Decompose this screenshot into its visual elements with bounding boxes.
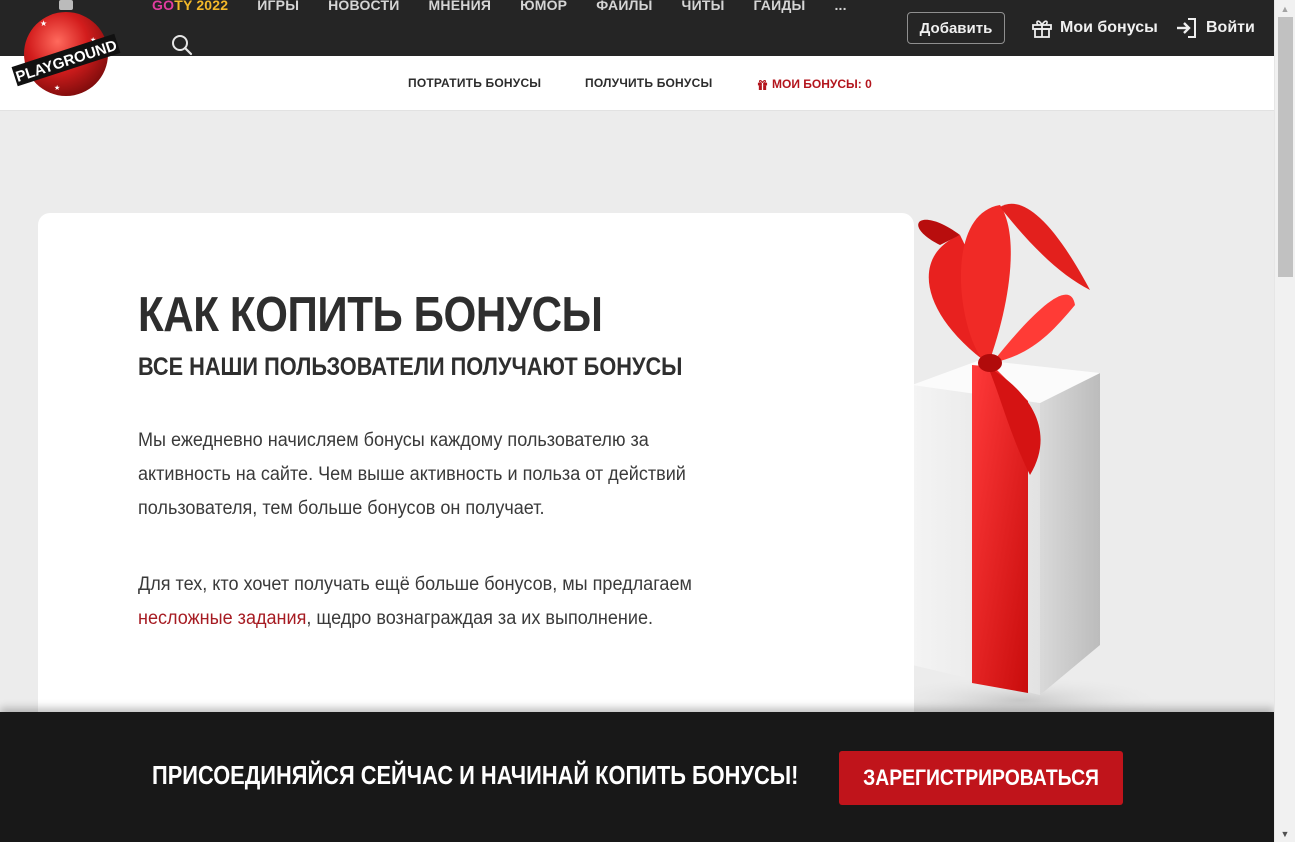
nav-item-files[interactable]: ФАЙЛЫ [596, 0, 652, 16]
tasks-line-1: Для тех, кто хочет получать ещё больше б… [138, 574, 692, 595]
register-cta-bar: ПРИСОЕДИНЯЙСЯ СЕЙЧАС И НАЧИНАЙ КОПИТЬ БО… [0, 712, 1274, 842]
cta-text: ПРИСОЕДИНЯЙСЯ СЕЙЧАС И НАЧИНАЙ КОПИТЬ БО… [152, 760, 799, 790]
search-button[interactable] [170, 33, 194, 57]
tasks-line-2: несложные задания, щедро вознаграждая за… [138, 602, 803, 636]
scrollbar-thumb[interactable] [1278, 17, 1293, 277]
nav-item-guides[interactable]: ГАЙДЫ [754, 0, 806, 16]
main-nav: GOTY 2022 ИГРЫ НОВОСТИ МНЕНИЯ ЮМОР ФАЙЛЫ… [152, 0, 876, 16]
login-icon [1177, 18, 1196, 38]
svg-text:★: ★ [54, 84, 60, 92]
site-logo[interactable]: ★ ★ ★ PLAYGROUND [10, 0, 122, 104]
intro-line-3: пользователя, тем больше бонусов он полу… [138, 498, 545, 519]
intro-line-2: активность на сайте. Чем выше активность… [138, 464, 686, 485]
nav-item-games[interactable]: ИГРЫ [257, 0, 299, 16]
scroll-down-icon[interactable]: ▼ [1275, 825, 1295, 842]
bonus-subnav: ПОТРАТИТЬ БОНУСЫ ПОЛУЧИТЬ БОНУСЫ МОИ БОН… [0, 56, 1274, 111]
login-button[interactable]: Войти [1175, 15, 1255, 41]
nav-item-humor[interactable]: ЮМОР [520, 0, 567, 16]
page-subtitle: ВСЕ НАШИ ПОЛЬЗОВАТЕЛИ ПОЛУЧАЮТ БОНУСЫ [138, 353, 683, 381]
my-bonuses-label: Мои бонусы [1060, 19, 1158, 36]
vertical-scrollbar[interactable]: ▲ ▼ [1274, 0, 1295, 842]
intro-paragraph: Мы ежедневно начисляем бонусы каждому по… [138, 424, 838, 526]
logo-ornament-icon: ★ ★ ★ PLAYGROUND [11, 0, 121, 96]
register-button-label: ЗАРЕГИСТРИРОВАТЬСЯ [863, 765, 1099, 790]
my-bonuses-count-label: МОИ БОНУСЫ: 0 [772, 77, 872, 91]
register-button[interactable]: ЗАРЕГИСТРИРОВАТЬСЯ [839, 751, 1123, 805]
get-bonuses-link[interactable]: ПОЛУЧИТЬ БОНУСЫ [585, 76, 712, 90]
nav-item-news[interactable]: НОВОСТИ [328, 0, 399, 16]
spend-bonuses-link[interactable]: ПОТРАТИТЬ БОНУСЫ [408, 76, 541, 90]
my-bonuses-button[interactable]: Мои бонусы [1030, 15, 1158, 41]
svg-text:★: ★ [40, 19, 47, 28]
nav-item-cheats[interactable]: ЧИТЫ [682, 0, 725, 16]
nav-item-opinions[interactable]: МНЕНИЯ [429, 0, 492, 16]
scroll-up-icon[interactable]: ▲ [1275, 0, 1295, 17]
gift-icon [1032, 20, 1052, 38]
login-label: Войти [1206, 19, 1255, 36]
nav-item-more[interactable]: ... [834, 0, 846, 16]
intro-line-1: Мы ежедневно начисляем бонусы каждому по… [138, 430, 649, 451]
search-icon [172, 35, 193, 56]
tasks-line-2-rest: , щедро вознаграждая за их выполнение. [306, 608, 654, 629]
easy-tasks-link[interactable]: несложные задания [138, 608, 306, 629]
add-button[interactable]: Добавить [907, 12, 1005, 44]
page-title: КАК КОПИТЬ БОНУСЫ [138, 288, 603, 342]
top-header: GOTY 2022 ИГРЫ НОВОСТИ МНЕНИЯ ЮМОР ФАЙЛЫ… [0, 0, 1274, 56]
tasks-paragraph: Для тех, кто хочет получать ещё больше б… [138, 568, 838, 636]
content-card: КАК КОПИТЬ БОНУСЫ ВСЕ НАШИ ПОЛЬЗОВАТЕЛИ … [38, 213, 914, 733]
my-bonuses-count-link[interactable]: МОИ БОНУСЫ: 0 [757, 77, 872, 91]
nav-item-goty[interactable]: GOTY 2022 [152, 0, 228, 16]
gift-small-icon [757, 79, 768, 90]
